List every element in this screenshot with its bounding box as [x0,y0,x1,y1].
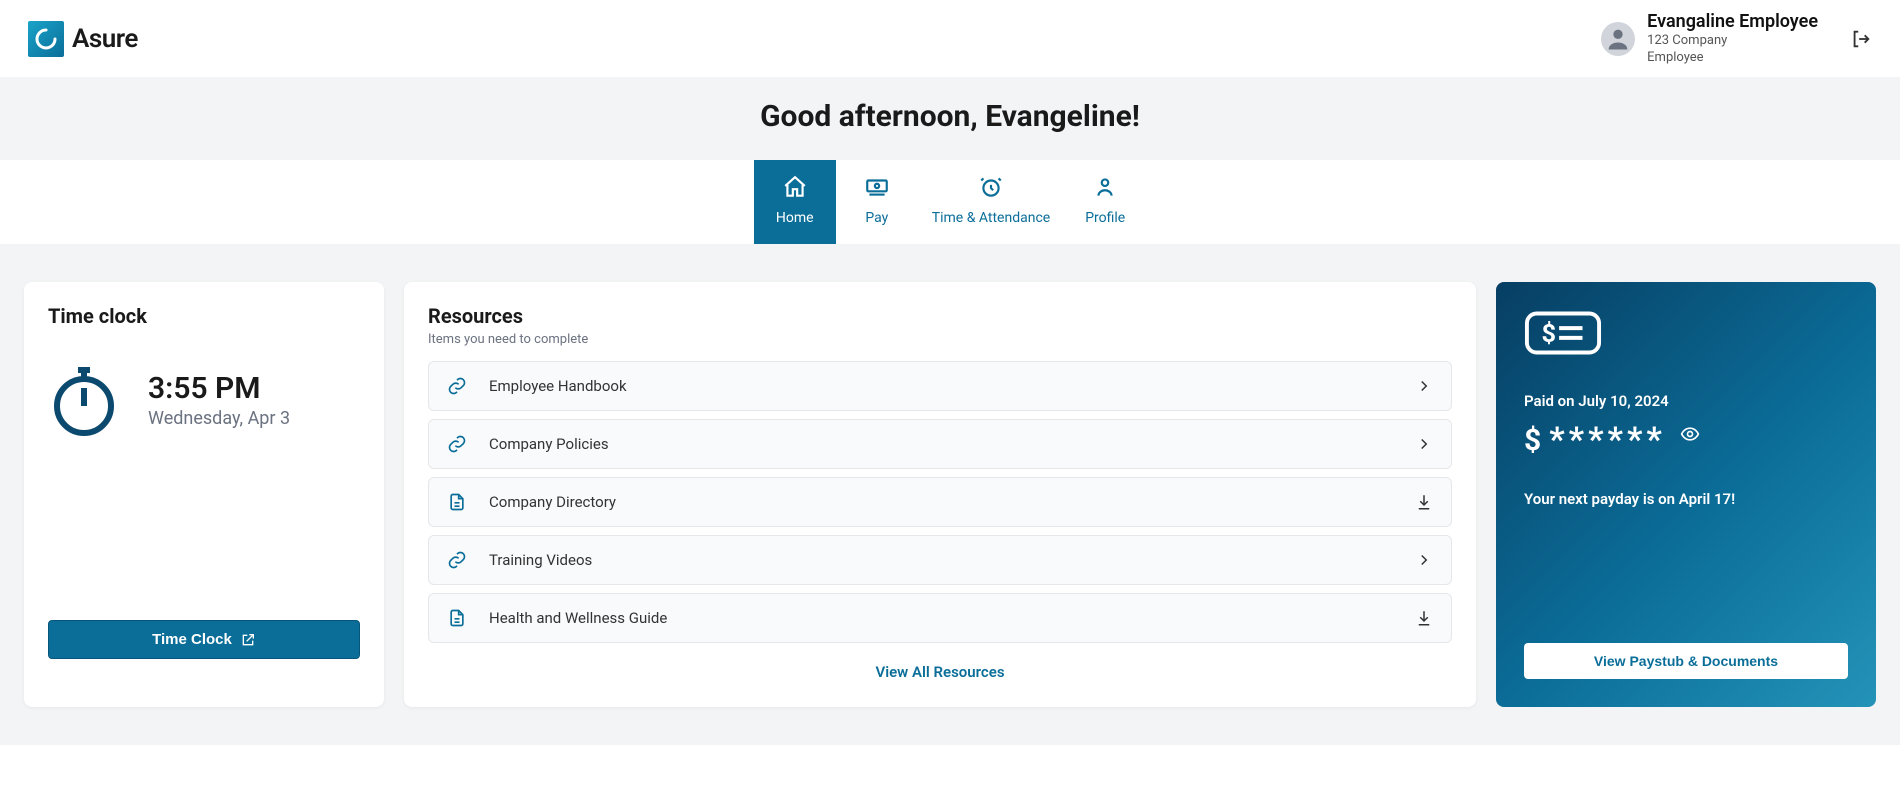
logo-mark [28,21,64,57]
user-area: Evangaline Employee 123 Company Employee [1601,10,1872,67]
user-info: Evangaline Employee 123 Company Employee [1647,10,1818,67]
resources-list: Employee Handbook Company Policies Company… [428,361,1452,643]
resource-action-icon [1415,551,1433,569]
logout-button[interactable] [1850,28,1872,50]
pay-card-icon: $ [1524,310,1602,356]
nav-time-attendance[interactable]: Time & Attendance [918,160,1064,244]
chevron-right-icon [1415,377,1433,395]
document-icon [447,608,467,628]
header: Asure Evangaline Employee 123 Company Em… [0,0,1900,77]
resource-item[interactable]: Company Directory [428,477,1452,527]
time-date: Wednesday, Apr 3 [148,408,290,429]
resource-item[interactable]: Company Policies [428,419,1452,469]
cash-icon [864,174,890,200]
nav-pay[interactable]: Pay [836,160,918,244]
resources-title: Resources [428,304,1452,328]
user-role: Employee [1647,50,1818,67]
svg-text:$: $ [1542,319,1557,349]
time-clock-button[interactable]: Time Clock [48,620,360,659]
time-block: 3:55 PM Wednesday, Apr 3 [48,360,360,440]
document-icon [447,492,467,512]
alarm-icon [978,174,1004,200]
time-value: 3:55 PM [148,371,290,406]
link-icon [447,434,467,454]
paid-on-text: Paid on July 10, 2024 [1524,392,1848,410]
greeting-banner: Good afternoon, Evangeline! [0,77,1900,160]
resource-action-icon [1415,377,1433,395]
external-link-icon [240,632,256,648]
resource-label: Health and Wellness Guide [489,609,1393,627]
nav-home[interactable]: Home [754,160,836,244]
resource-leading-icon [447,550,467,570]
link-icon [447,550,467,570]
nav-pay-label: Pay [865,210,888,226]
main-content: Time clock 3:55 PM Wednesday, Apr 3 Time… [0,244,1900,745]
resource-leading-icon [447,492,467,512]
resource-leading-icon [447,434,467,454]
resource-leading-icon [447,376,467,396]
nav-ta-label: Time & Attendance [932,210,1050,226]
user-name: Evangaline Employee [1647,10,1818,33]
logo-text: Asure [72,24,138,54]
main-nav: Home Pay Time & Attendance Profile [0,160,1900,244]
resource-label: Training Videos [489,551,1393,569]
link-icon [447,376,467,396]
stopwatch-icon [48,360,120,440]
resource-leading-icon [447,608,467,628]
user-icon [1604,25,1632,53]
eye-icon[interactable] [1680,424,1700,444]
logout-icon [1850,28,1872,50]
time-clock-title: Time clock [48,304,360,328]
logo-icon [34,27,58,51]
masked-amount: ****** [1549,420,1666,460]
view-paystub-button[interactable]: View Paystub & Documents [1524,643,1848,679]
pay-amount: $ ****** [1524,420,1848,460]
pay-card: $ Paid on July 10, 2024 $ ****** Your ne… [1496,282,1876,707]
time-clock-card: Time clock 3:55 PM Wednesday, Apr 3 Time… [24,282,384,707]
resource-item[interactable]: Training Videos [428,535,1452,585]
resource-item[interactable]: Employee Handbook [428,361,1452,411]
nav-profile[interactable]: Profile [1064,160,1146,244]
resource-item[interactable]: Health and Wellness Guide [428,593,1452,643]
next-payday-text: Your next payday is on April 17! [1524,490,1848,508]
download-icon [1415,493,1433,511]
resource-label: Employee Handbook [489,377,1393,395]
resource-action-icon [1415,609,1433,627]
resource-action-icon [1415,493,1433,511]
view-all-resources[interactable]: View All Resources [428,651,1452,685]
logo[interactable]: Asure [28,21,138,57]
home-icon [782,174,808,200]
resource-label: Company Directory [489,493,1393,511]
time-clock-button-label: Time Clock [152,631,232,648]
resources-card: Resources Items you need to complete Emp… [404,282,1476,707]
avatar[interactable] [1601,22,1635,56]
dollar-sign-icon: $ [1524,423,1541,458]
download-icon [1415,609,1433,627]
resources-subtitle: Items you need to complete [428,332,1452,347]
chevron-right-icon [1415,435,1433,453]
user-company: 123 Company [1647,33,1818,50]
greeting-text: Good afternoon, Evangeline! [0,99,1900,134]
chevron-right-icon [1415,551,1433,569]
resource-label: Company Policies [489,435,1393,453]
profile-icon [1092,174,1118,200]
nav-home-label: Home [776,210,814,226]
nav-profile-label: Profile [1085,210,1125,226]
resource-action-icon [1415,435,1433,453]
